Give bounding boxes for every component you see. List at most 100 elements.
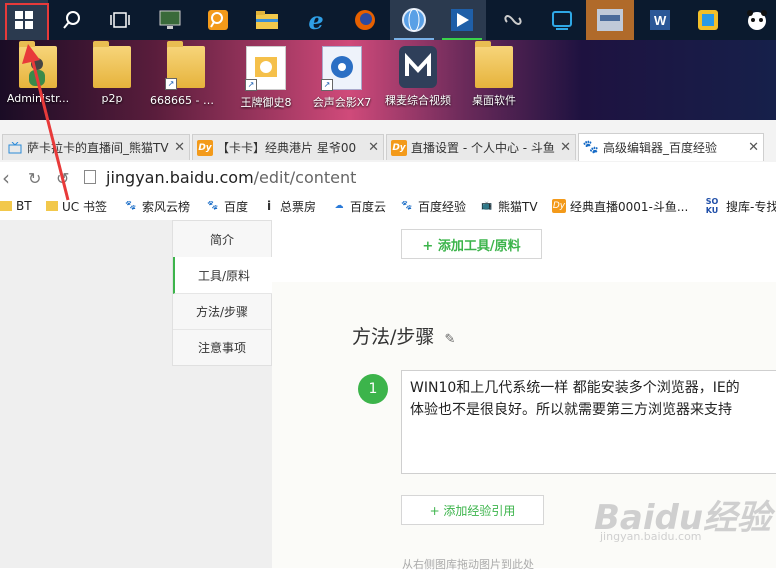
bookmark-label: 总票房 — [280, 199, 317, 214]
bookmark-suofeng[interactable]: 🐾 索风云榜 — [124, 197, 190, 215]
folder-icon: ↗ — [165, 41, 205, 90]
bookmark-uc[interactable]: UC 书签 — [46, 197, 107, 215]
bookmark-baidu-jingyan[interactable]: 🐾 百度经验 — [400, 197, 466, 215]
tablet-app-icon[interactable] — [538, 0, 586, 40]
refresh-icon[interactable]: ↻ — [28, 169, 41, 188]
nav-item-tools[interactable]: 工具/原料 — [173, 257, 273, 294]
bookmark-douyu[interactable]: Dy 经典直播0001-斗鱼... — [552, 197, 688, 215]
bookmark-soku[interactable]: SO KU 搜库-专找 — [702, 197, 776, 215]
paw-icon: 🐾 — [401, 201, 413, 211]
game-app-icon[interactable] — [586, 0, 634, 40]
bookmark-box-office[interactable]: i 总票房 — [262, 197, 316, 215]
image-drop-hint: 从右侧图库拖动图片到此处 — [402, 558, 534, 571]
search-icon[interactable] — [48, 0, 96, 40]
nav-label: 简介 — [209, 232, 234, 247]
close-icon[interactable]: ✕ — [368, 140, 379, 155]
reload-icon[interactable]: ↺ — [56, 169, 69, 188]
section-nav: 简介 工具/原料 方法/步骤 注意事项 — [172, 220, 273, 366]
nav-label: 工具/原料 — [197, 268, 251, 283]
internet-explorer-icon[interactable]: e — [292, 0, 340, 40]
section-title-text: 方法/步骤 — [352, 326, 435, 348]
info-icon: i — [266, 199, 272, 213]
bookmark-label: 百度经验 — [418, 199, 467, 214]
desktop-icon-wangpai[interactable]: ↗ 王牌御史8 — [230, 46, 302, 120]
svg-text:W: W — [654, 13, 667, 28]
desktop-icon-668665[interactable]: ↗ 668665 - 快... — [150, 41, 222, 120]
bookmark-label: 百度云 — [350, 199, 387, 214]
step-text-line: 体验也不是很良好。所以就需要第三方浏览器来支持 — [410, 402, 732, 418]
page-icon — [84, 170, 96, 184]
step-text-editor[interactable]: WIN10和上几代系统一样 都能安装多个浏览器，IE的 体验也不是很良好。所以就… — [401, 370, 776, 474]
tab-panda[interactable]: 萨卡拉卡的直播间_熊猫TV ✕ — [2, 134, 190, 160]
bookmark-panda-tv[interactable]: 📺 熊猫TV — [480, 197, 538, 215]
url-field[interactable]: jingyan.baidu.com/edit/content — [84, 166, 776, 188]
bookmark-baidu-cloud[interactable]: ☁ 百度云 — [332, 197, 387, 215]
highlight-box — [5, 3, 49, 43]
bookmark-label: 经典直播0001-斗鱼... — [570, 199, 689, 214]
tab-title: 高级编辑器_百度经验 — [603, 141, 718, 155]
desktop-icon-label: 稞麦综合视频 — [385, 94, 451, 107]
folder-icon — [93, 41, 131, 88]
desktop-icon-kemai[interactable]: 稞麦综合视频 — [382, 46, 454, 120]
tab-title: 萨卡拉卡的直播间_熊猫TV — [27, 141, 169, 155]
task-view-icon[interactable] — [96, 0, 144, 40]
desktop-icon-label: p2p — [101, 92, 123, 105]
back-icon[interactable]: ‹ — [2, 166, 10, 190]
bookmark-label: 搜库-专找 — [726, 199, 776, 214]
desktop-icon-corel[interactable]: ↗ 会声会影X7 — [306, 46, 378, 120]
panda-app-icon[interactable] — [733, 0, 776, 40]
desktop-icon-label: 668665 - 快... — [150, 94, 222, 107]
desktop-icon-software[interactable]: 桌面软件 — [458, 41, 530, 120]
add-tool-button[interactable]: + 添加工具/原料 — [401, 229, 542, 259]
nav-item-intro[interactable]: 简介 — [173, 221, 271, 258]
tab-kaka[interactable]: Dy 【卡卡】经典港片 星爷00 ✕ — [192, 134, 384, 160]
bookmark-baidu[interactable]: 🐾 百度 — [206, 197, 248, 215]
word-icon[interactable]: W — [636, 0, 684, 40]
video-editor-icon: ↗ — [321, 46, 362, 91]
close-icon[interactable]: ✕ — [748, 140, 759, 155]
bookmark-label: UC 书签 — [62, 199, 107, 214]
section-title: 方法/步骤 ✎ — [352, 322, 455, 349]
url-path: /edit/content — [253, 167, 357, 187]
video-downloader-icon — [399, 46, 437, 88]
douyu-icon: Dy — [552, 199, 566, 213]
nav-label: 注意事项 — [197, 340, 246, 355]
file-explorer-icon[interactable] — [243, 0, 291, 40]
firefox-icon[interactable] — [341, 0, 389, 40]
step-text-line: WIN10和上几代系统一样 都能安装多个浏览器，IE的 — [410, 380, 740, 396]
close-icon[interactable]: ✕ — [560, 140, 571, 155]
bookmark-label: 索风云榜 — [142, 199, 191, 214]
nav-item-steps[interactable]: 方法/步骤 — [173, 293, 271, 330]
bookmark-label: 熊猫TV — [498, 199, 538, 214]
nav-label: 方法/步骤 — [195, 304, 249, 319]
add-reference-button[interactable]: + 添加经验引用 — [401, 495, 544, 525]
fan-app-icon[interactable] — [489, 0, 537, 40]
video-player-icon[interactable] — [438, 0, 486, 40]
edit-pencil-icon[interactable]: ✎ — [444, 332, 455, 347]
step-number-badge: 1 — [358, 374, 388, 404]
douyu-icon: Dy — [391, 139, 407, 156]
shortcut-arrow-icon: ↗ — [245, 79, 257, 91]
close-icon[interactable]: ✕ — [174, 140, 185, 155]
bookmark-bar: BT UC 书签 🐾 索风云榜 🐾 百度 i 总票房 ☁ 百度云 🐾 百度经验 📺 熊猫TV… — [0, 192, 776, 221]
user-folder-icon — [19, 41, 57, 88]
url-host: jingyan.baidu.com — [106, 167, 254, 187]
desktop-icon-label: 桌面软件 — [472, 94, 516, 107]
yellow-app-icon[interactable] — [684, 0, 732, 40]
bookmark-bt[interactable]: BT — [0, 197, 32, 215]
browser-globe-icon[interactable] — [390, 0, 438, 40]
desktop-icon-administrator[interactable]: Administr... — [2, 41, 74, 120]
tv-icon: 📺 — [481, 201, 493, 211]
tv-icon — [7, 140, 23, 156]
desktop-icon-label: 会声会影X7 — [312, 96, 372, 109]
bookmark-label: 百度 — [224, 199, 249, 214]
tab-title: 直播设置 - 个人中心 - 斗鱼 — [411, 141, 555, 155]
tab-baidu-editor[interactable]: 🐾 高级编辑器_百度经验 ✕ — [578, 133, 764, 161]
soku-icon: SO KU — [705, 197, 719, 215]
desktop-icon-p2p[interactable]: p2p — [76, 41, 148, 120]
search-magnifier-app-icon[interactable] — [194, 0, 242, 40]
nav-item-notes[interactable]: 注意事项 — [173, 329, 271, 365]
tab-live-settings[interactable]: Dy 直播设置 - 个人中心 - 斗鱼 ✕ — [386, 134, 576, 160]
monitor-app-icon[interactable] — [146, 0, 194, 40]
desktop-icon-label: 王牌御史8 — [240, 96, 292, 109]
